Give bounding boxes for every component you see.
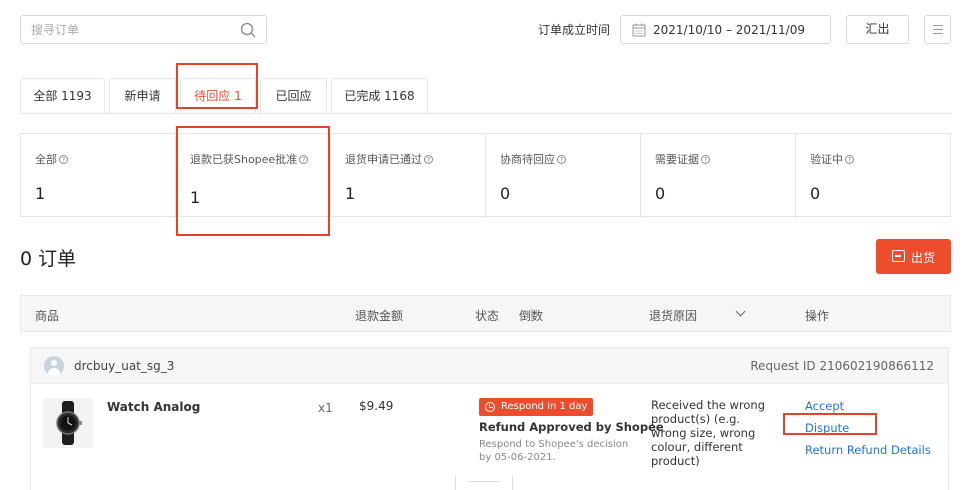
stat-negotiation[interactable]: 协商待回应? 0 [486, 134, 641, 218]
clock-icon [485, 402, 495, 412]
export-button[interactable]: 汇出 [846, 15, 909, 44]
search-icon[interactable] [240, 22, 256, 38]
help-icon: ? [59, 155, 68, 164]
stat-label: 全部 [35, 153, 57, 166]
stat-label: 退货申请已通过 [345, 153, 422, 166]
stat-value: 1 [345, 184, 356, 203]
status-note: Respond to Shopee's decision by 05-06-20… [479, 439, 629, 463]
tab-divider [20, 113, 951, 114]
help-icon: ? [701, 155, 710, 164]
tab-completed[interactable]: 已完成 1168 [331, 78, 428, 113]
chevron-down-icon[interactable] [735, 306, 746, 317]
product-name: Watch Analog [107, 400, 201, 414]
stat-value: 0 [810, 184, 821, 203]
status-summary: 全部? 1 退款已获Shopee批准? 1 退货申请已通过? 1 协商待回应? … [20, 133, 951, 218]
order-card-header: drcbuy_uat_sg_3 Request ID 2106021908661… [31, 348, 948, 384]
col-return-reason[interactable]: 退货原因 [649, 307, 697, 324]
scroll-fragment [455, 476, 513, 490]
annotation-box-tab [176, 63, 258, 109]
badge-text: Respond in 1 day [501, 401, 588, 412]
product-thumbnail[interactable] [43, 398, 93, 448]
tab-all[interactable]: 全部 1193 [20, 78, 105, 113]
accept-link[interactable]: Accept [805, 399, 844, 413]
col-countdown[interactable]: 倒数 [519, 307, 543, 324]
avatar [44, 356, 64, 376]
help-icon: ? [557, 155, 566, 164]
col-product: 商品 [35, 309, 60, 323]
table-header: 商品 退款金额 状态 倒数 退货原因 操作 [20, 295, 951, 332]
calendar-icon [632, 23, 646, 37]
help-icon: ? [424, 155, 433, 164]
buyer-username[interactable]: drcbuy_uat_sg_3 [74, 359, 174, 373]
stat-return-approved[interactable]: 退货申请已通过? 1 [331, 134, 486, 218]
col-actions: 操作 [805, 309, 830, 323]
menu-button[interactable] [924, 15, 951, 44]
product-quantity: x1 [318, 401, 333, 415]
date-range-picker[interactable]: 2021/10/10 – 2021/11/09 [620, 15, 831, 44]
stat-label: 验证中 [810, 153, 843, 166]
annotation-box-stat [176, 126, 330, 236]
stat-value: 1 [35, 184, 46, 203]
respond-deadline-badge: Respond in 1 day [479, 398, 593, 416]
tab-new-request[interactable]: 新申请 [109, 78, 176, 113]
tab-responded[interactable]: 已回应 [260, 78, 327, 113]
stat-evidence-needed[interactable]: 需要证据? 0 [641, 134, 796, 218]
stat-value: 0 [655, 184, 666, 203]
help-icon: ? [845, 155, 854, 164]
ship-button[interactable]: 出货 [876, 239, 951, 274]
status-title: Refund Approved by Shopee [479, 420, 664, 434]
col-status: 状态 [475, 309, 500, 323]
printer-icon [892, 250, 905, 262]
return-reason: Received the wrong product(s) (e.g. wron… [651, 398, 766, 468]
stat-label: 需要证据 [655, 153, 699, 166]
request-id: Request ID 210602190866112 [750, 359, 934, 373]
ship-button-label: 出货 [911, 251, 936, 265]
annotation-box-dispute [783, 413, 877, 435]
search-input[interactable] [31, 16, 231, 43]
search-box[interactable] [20, 15, 267, 44]
stat-label: 协商待回应 [500, 153, 555, 166]
return-refund-details-link[interactable]: Return Refund Details [805, 443, 931, 457]
date-filter-label: 订单成立时间 [538, 23, 611, 37]
stat-verifying[interactable]: 验证中? 0 [796, 134, 950, 218]
stat-value: 0 [500, 184, 511, 203]
refund-amount: $9.49 [359, 399, 394, 413]
col-refund-amount: 退款金额 [355, 309, 404, 323]
stat-all[interactable]: 全部? 1 [21, 134, 176, 218]
orders-count-title: 0 订单 [20, 248, 77, 270]
date-range-value: 2021/10/10 – 2021/11/09 [653, 23, 805, 37]
menu-icon [933, 25, 943, 26]
